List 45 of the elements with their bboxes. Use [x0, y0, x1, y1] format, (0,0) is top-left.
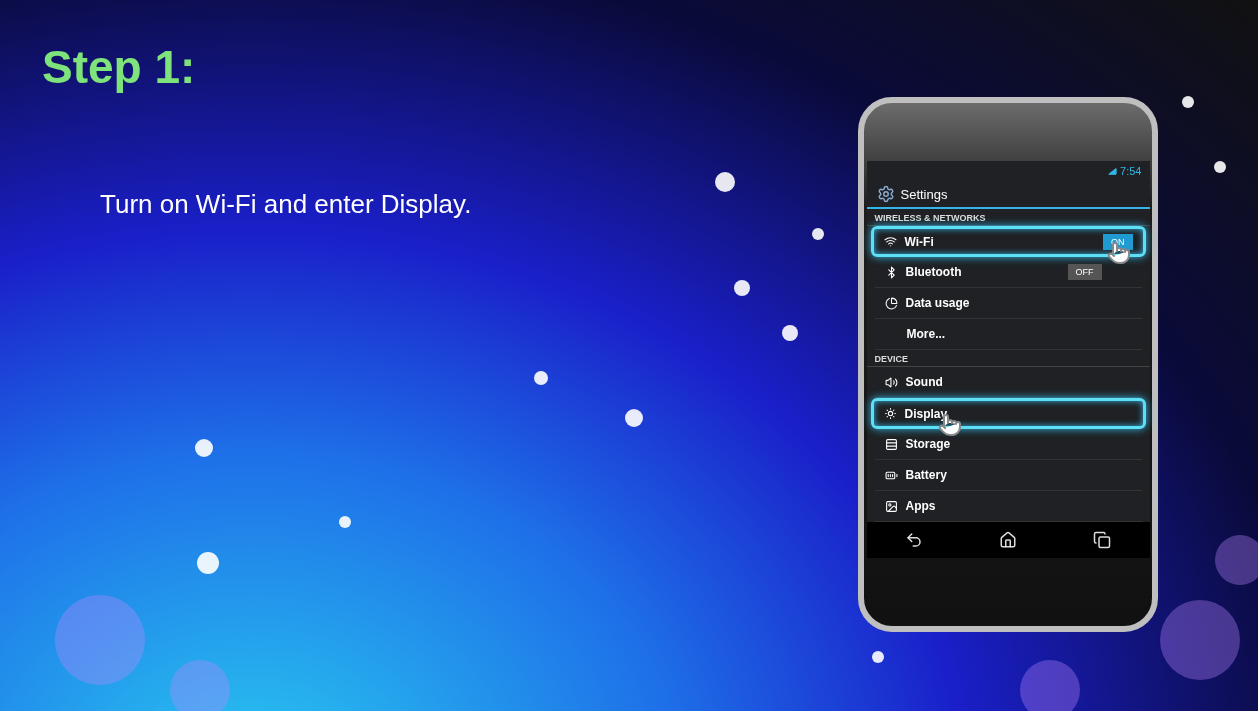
item-label: Storage: [905, 437, 951, 451]
item-label: Bluetooth: [905, 265, 962, 279]
sparkle-dot: [812, 228, 824, 240]
settings-item[interactable]: Data usage: [874, 288, 1142, 319]
instruction-text: Turn on Wi-Fi and enter Display.: [100, 189, 472, 220]
sparkle-dot: [872, 651, 884, 663]
speaker-icon: [884, 375, 898, 389]
item-label: Apps: [905, 499, 936, 513]
recents-icon[interactable]: [1093, 531, 1112, 549]
sparkle-dot: [1182, 96, 1194, 108]
item-label: Wi-Fi: [904, 234, 934, 249]
sparkle-dot: [195, 439, 213, 457]
item-label: Data usage: [905, 296, 970, 310]
pie-chart-icon: [884, 296, 898, 310]
sparkle-dot: [715, 172, 735, 192]
item-label: Sound: [905, 375, 943, 389]
sparkle-dot: [197, 552, 219, 574]
settings-item[interactable]: Storage: [874, 429, 1142, 460]
app-title: Settings: [900, 186, 948, 202]
sun-icon: [883, 407, 897, 420]
sparkle-dot: [534, 371, 548, 385]
item-label: Display: [904, 406, 948, 421]
back-icon[interactable]: [904, 531, 923, 549]
section-header: WIRELESS & NETWORKS: [866, 209, 1150, 226]
sparkle-dot: [782, 325, 798, 341]
sparkle-dot: [734, 280, 750, 296]
picture-icon: [884, 499, 898, 513]
section-header: DEVICE: [866, 350, 1150, 367]
home-icon[interactable]: [999, 531, 1017, 549]
signal-icon: [1108, 166, 1118, 176]
sparkle-dot: [339, 516, 351, 528]
item-label: More...: [906, 327, 946, 341]
status-time: 7:54: [1120, 165, 1142, 177]
step-title: Step 1:: [42, 40, 197, 94]
settings-icon: [876, 185, 895, 203]
settings-item[interactable]: Bluetooth OFF: [874, 257, 1142, 288]
item-label: Battery: [905, 468, 947, 482]
sparkle-dot: [1214, 161, 1226, 173]
settings-item[interactable]: More...: [874, 319, 1142, 350]
wifi-icon: [883, 235, 897, 248]
sparkle-dot: [625, 409, 643, 427]
settings-item[interactable]: Sound: [874, 367, 1142, 398]
settings-item[interactable]: Battery: [874, 460, 1142, 491]
storage-icon: [884, 437, 898, 451]
toggle-switch[interactable]: OFF: [1067, 264, 1102, 280]
